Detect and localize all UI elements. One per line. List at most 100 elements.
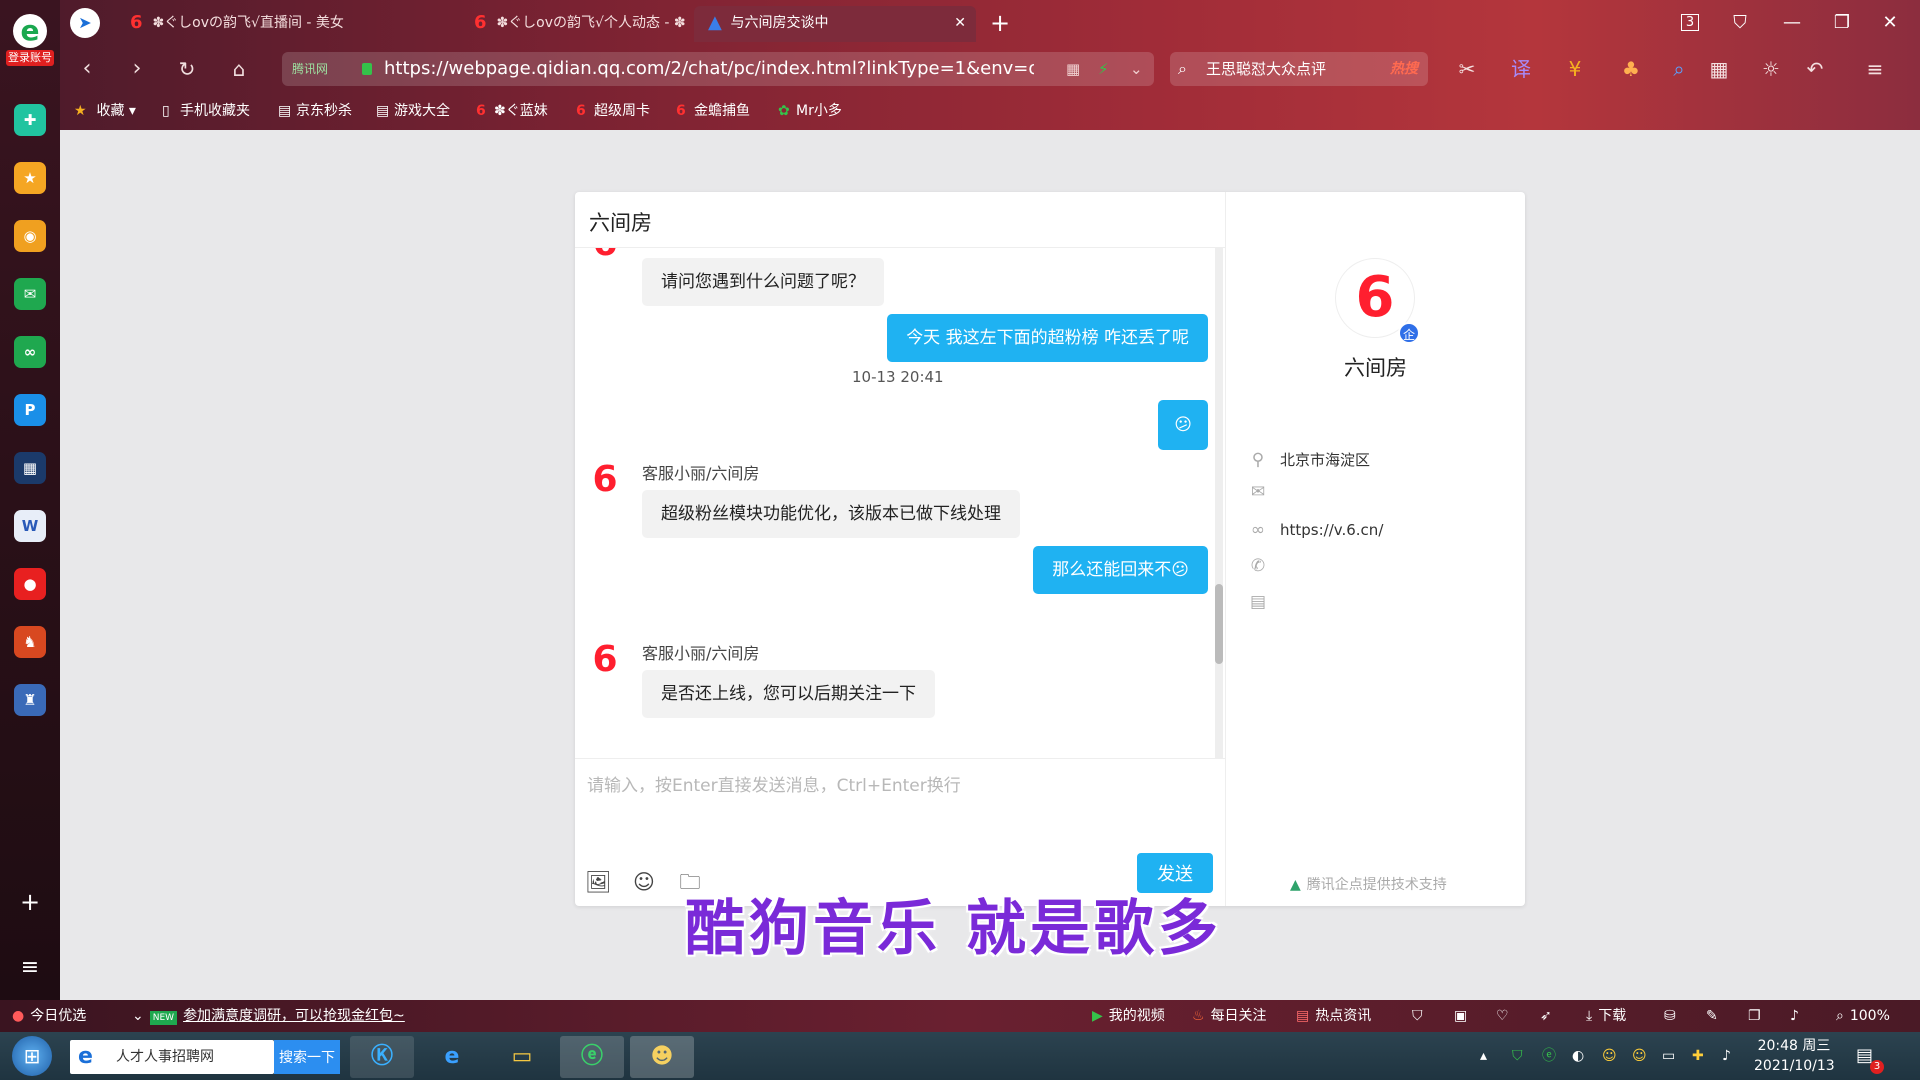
360-tray-icon[interactable]: ✚ <box>1692 1032 1704 1080</box>
ie-taskbar-icon[interactable]: e <box>420 1036 484 1078</box>
health-icon[interactable]: ♡ <box>1496 1000 1509 1032</box>
scrollbar-thumb[interactable] <box>1215 584 1223 664</box>
volume-tray-icon[interactable]: ♪ <box>1722 1032 1731 1080</box>
menu-icon[interactable]: ≡ <box>1860 54 1890 84</box>
window-icon[interactable]: ❐ <box>1748 1000 1761 1032</box>
bookmark-games[interactable]: ▤ 游戏大全 <box>376 92 450 130</box>
flower-icon: ✿ <box>778 103 790 119</box>
bookmark-jd[interactable]: ▤ 京东秒杀 <box>278 92 352 130</box>
url-text[interactable]: https://webpage.qidian.qq.com/2/chat/pc/… <box>384 52 1034 86</box>
minimize-icon[interactable]: — <box>1774 8 1810 38</box>
kugou-icon[interactable]: Ⓚ <box>350 1036 414 1078</box>
app-tray-icon[interactable]: ◐ <box>1572 1032 1584 1080</box>
hot-search-badge[interactable]: 热搜 <box>1390 52 1418 86</box>
restore-icon[interactable]: ❐ <box>1824 8 1860 38</box>
dropdown-icon[interactable]: ⌄ <box>1130 52 1143 86</box>
sidebar-game2-icon[interactable]: ♞ <box>14 626 46 658</box>
back-icon[interactable]: ‹ <box>72 54 102 84</box>
daily-follow[interactable]: ♨ 每日关注 <box>1192 1000 1267 1032</box>
chat-window: 六间房 6 请问您遇到什么问题了呢？ 今天 我这左下面的超粉榜 咋还丢了呢 10… <box>575 192 1525 906</box>
website-link[interactable]: https://v.6.cn/ <box>1280 521 1383 539</box>
undo-icon[interactable]: ↶ <box>1800 54 1830 84</box>
scissors-icon[interactable]: ✂ <box>1452 54 1482 84</box>
sidebar-word-icon[interactable]: W <box>14 510 46 542</box>
sidebar-mail-icon[interactable]: ✉ <box>14 278 46 310</box>
message-scrollbar[interactable] <box>1215 248 1223 758</box>
sidebar-shortcut-icon[interactable]: ✚ <box>14 104 46 136</box>
sidebar-p-app-icon[interactable]: P <box>14 394 46 426</box>
speed-icon[interactable]: ⚡ <box>1098 52 1109 86</box>
today-picks[interactable]: ● 今日优选 <box>12 1000 86 1032</box>
promo-item[interactable]: ⌄ NEW 参加满意度调研，可以抢现金红包~ <box>132 1000 405 1032</box>
taskbar-search-input[interactable]: e 人才人事招聘网 <box>70 1040 274 1074</box>
bookmark-fishing[interactable]: 6 金蟾捕鱼 <box>676 92 750 130</box>
sidebar-add-icon[interactable]: + <box>14 886 46 918</box>
download-item[interactable]: ⤓ 下载 <box>1586 1000 1626 1032</box>
message-input[interactable] <box>587 771 1207 851</box>
search-query[interactable]: 王思聪怼大众点评 <box>1206 52 1326 86</box>
message-list[interactable]: 6 请问您遇到什么问题了呢？ 今天 我这左下面的超粉榜 咋还丢了呢 10-13 … <box>575 248 1225 758</box>
skin-icon[interactable]: ⛉ <box>1722 8 1758 38</box>
qq2-tray-icon[interactable]: ☺ <box>1632 1032 1647 1080</box>
bookmark-mr[interactable]: ✿ Mr小多 <box>778 92 842 130</box>
qq-tray-icon[interactable]: ☺ <box>1602 1032 1617 1080</box>
tab-count-icon[interactable]: 3 <box>1672 8 1708 38</box>
qr-code-icon[interactable]: ▦ <box>1066 52 1080 86</box>
sidebar-weibo-icon[interactable]: ◉ <box>14 220 46 252</box>
close-tab-icon[interactable]: ✕ <box>954 6 966 40</box>
game-taskbar-icon[interactable]: ☻ <box>630 1036 694 1078</box>
bookmark-weekly[interactable]: 6 超级周卡 <box>576 92 650 130</box>
shield-icon[interactable]: ⛉ <box>1412 1000 1423 1032</box>
coin-icon[interactable]: ¥ <box>1560 54 1590 84</box>
volume-icon[interactable]: ♪ <box>1790 1000 1799 1032</box>
image-tool-icon[interactable]: ▣ <box>1454 1000 1467 1032</box>
tab-live-room[interactable]: 6 ✽ぐしovの韵飞√直播间 - 美女 <box>116 6 456 42</box>
sidebar-game3-icon[interactable]: ♜ <box>14 684 46 716</box>
bookmark-favorites[interactable]: ★ 收藏 ▾ <box>74 92 136 130</box>
sidebar-cloud-icon[interactable]: ∞ <box>14 336 46 368</box>
close-window-icon[interactable]: ✕ <box>1872 8 1908 38</box>
rocket-icon[interactable]: ➶ <box>1540 1000 1552 1032</box>
clear-icon[interactable]: ✎ <box>1706 1000 1718 1032</box>
gamepad-icon[interactable]: ♣ <box>1616 54 1646 84</box>
address-bar[interactable]: 腾讯网 https://webpage.qidian.qq.com/2/chat… <box>282 52 1154 86</box>
sidebar-menu-icon[interactable]: ≡ <box>14 952 46 984</box>
start-button[interactable]: ⊞ <box>12 1036 52 1076</box>
forward-icon[interactable]: › <box>122 54 152 84</box>
browser-logo[interactable]: e 登录账号 <box>6 14 54 72</box>
tab-chat[interactable]: ▲ 与六间房交谈中 ✕ <box>694 6 976 42</box>
translate-icon[interactable]: 译 <box>1506 54 1536 84</box>
message-bubble: 是否还上线，您可以后期关注一下 <box>642 670 935 718</box>
bookmark-blue[interactable]: 6 ✽ぐ蓝妹 <box>476 92 548 130</box>
network-tray-icon[interactable]: ▭ <box>1662 1032 1675 1080</box>
zoom-control[interactable]: ⌕ 100% <box>1836 1000 1890 1032</box>
browser-tray-icon[interactable]: ⓔ <box>1542 1032 1556 1080</box>
new-tab-icon[interactable]: + <box>990 6 1010 40</box>
sidebar-red-app-icon[interactable]: ● <box>14 568 46 600</box>
find-icon[interactable]: ⌕ <box>1664 54 1694 84</box>
action-center-icon[interactable]: ▤ <box>1856 1032 1873 1080</box>
taskbar-clock[interactable]: 20:48 周三 2021/10/13 <box>1754 1036 1835 1076</box>
brightness-icon[interactable]: ☼ <box>1756 54 1786 84</box>
hot-news[interactable]: ▤ 热点资讯 <box>1296 1000 1371 1032</box>
sidebar-game-icon[interactable]: ▦ <box>14 452 46 484</box>
bookmarks-bar: ★ 收藏 ▾ ▯ 手机收藏夹 ▤ 京东秒杀 ▤ 游戏大全 6 ✽ぐ蓝妹 6 超级周卡 6金… <box>60 92 1920 130</box>
browser-taskbar-icon[interactable]: ⓔ <box>560 1036 624 1078</box>
search-box[interactable]: ⌕ 王思聪怼大众点评 热搜 <box>1170 52 1428 86</box>
sidebar-favorite-icon[interactable]: ★ <box>14 162 46 194</box>
navigation-icon[interactable]: ➤ <box>70 8 100 38</box>
bookmark-mobile[interactable]: ▯ 手机收藏夹 <box>162 92 250 130</box>
login-account-label[interactable]: 登录账号 <box>6 50 54 66</box>
file-explorer-icon[interactable]: ▭ <box>490 1036 554 1078</box>
my-video[interactable]: ▶ 我的视频 <box>1092 1000 1165 1032</box>
emoji-icon[interactable]: ☺ <box>631 869 657 895</box>
reload-icon[interactable]: ↻ <box>172 54 202 84</box>
tray-expand-icon[interactable]: ▴ <box>1480 1032 1487 1080</box>
apps-grid-icon[interactable]: ▦ <box>1704 54 1734 84</box>
security-tray-icon[interactable]: ⛉ <box>1512 1032 1523 1080</box>
home-icon[interactable]: ⌂ <box>224 54 254 84</box>
image-icon[interactable]: 🖼 <box>585 869 612 895</box>
taskbar-search-button[interactable]: 搜索一下 <box>274 1040 340 1074</box>
cookie-icon[interactable]: ⛁ <box>1664 1000 1676 1032</box>
tab-strip: ➤ 6 ✽ぐしovの韵飞√直播间 - 美女 6 ✽ぐしovの韵飞√个人动态 - … <box>60 0 1920 46</box>
